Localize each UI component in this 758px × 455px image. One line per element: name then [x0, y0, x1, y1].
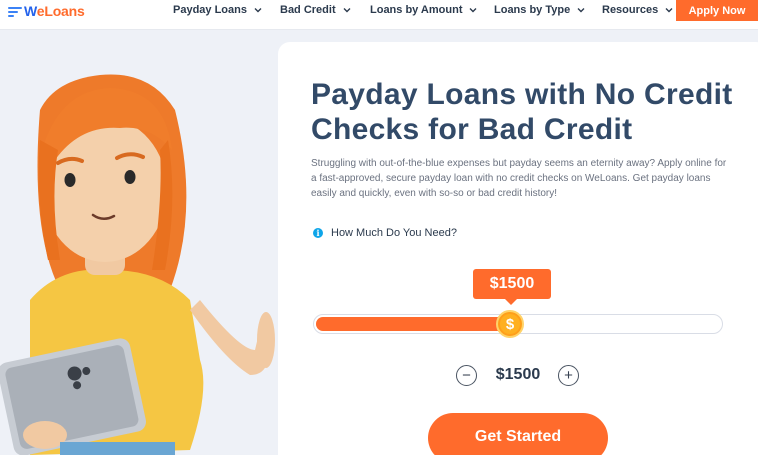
decrease-amount-button[interactable]: − [456, 365, 477, 386]
chevron-down-icon [469, 8, 477, 13]
amount-slider-fill [316, 317, 511, 331]
apply-now-button[interactable]: Apply Now [676, 0, 758, 21]
nav-payday-loans[interactable]: Payday Loans [173, 2, 263, 18]
nav-loans-by-type[interactable]: Loans by Type [494, 2, 586, 18]
weloans-logo-icon [8, 6, 22, 17]
nav-label: Resources [602, 4, 659, 16]
nav-label: Loans by Amount [370, 4, 463, 16]
question-label: How Much Do You Need? [331, 227, 457, 239]
page-description: Struggling with out-of-the-blue expenses… [311, 158, 727, 199]
increase-amount-button[interactable]: + [558, 365, 579, 386]
amount-stepper: − $1500 + [456, 365, 580, 387]
chevron-down-icon [577, 8, 585, 13]
nav-label: Payday Loans [173, 4, 247, 16]
chevron-down-icon [343, 8, 351, 13]
get-started-button[interactable]: Get Started [428, 413, 608, 455]
amount-tooltip-bubble: $1500 [473, 269, 551, 299]
amount-question: i How Much Do You Need? [313, 227, 457, 239]
dollar-coin-icon[interactable]: $ [496, 310, 524, 338]
nav-bad-credit[interactable]: Bad Credit [280, 2, 352, 18]
amount-value: $1500 [495, 366, 541, 383]
page-title: Payday Loans with No Credit Checks for B… [311, 78, 733, 146]
chevron-down-icon [254, 8, 262, 13]
logo-text: WeLoans [24, 3, 85, 19]
weloans-logo[interactable]: WeLoans [8, 2, 85, 20]
info-icon[interactable]: i [313, 228, 323, 238]
nav-label: Loans by Type [494, 4, 571, 16]
top-nav-bar: WeLoans Payday Loans Bad Credit Loans by… [0, 0, 758, 30]
chevron-down-icon [665, 8, 673, 13]
woman-with-tablet-illustration [0, 74, 275, 455]
nav-loans-by-amount[interactable]: Loans by Amount [370, 2, 478, 18]
nav-label: Bad Credit [280, 4, 336, 16]
tooltip-tail [504, 298, 518, 305]
nav-resources[interactable]: Resources [602, 2, 674, 18]
